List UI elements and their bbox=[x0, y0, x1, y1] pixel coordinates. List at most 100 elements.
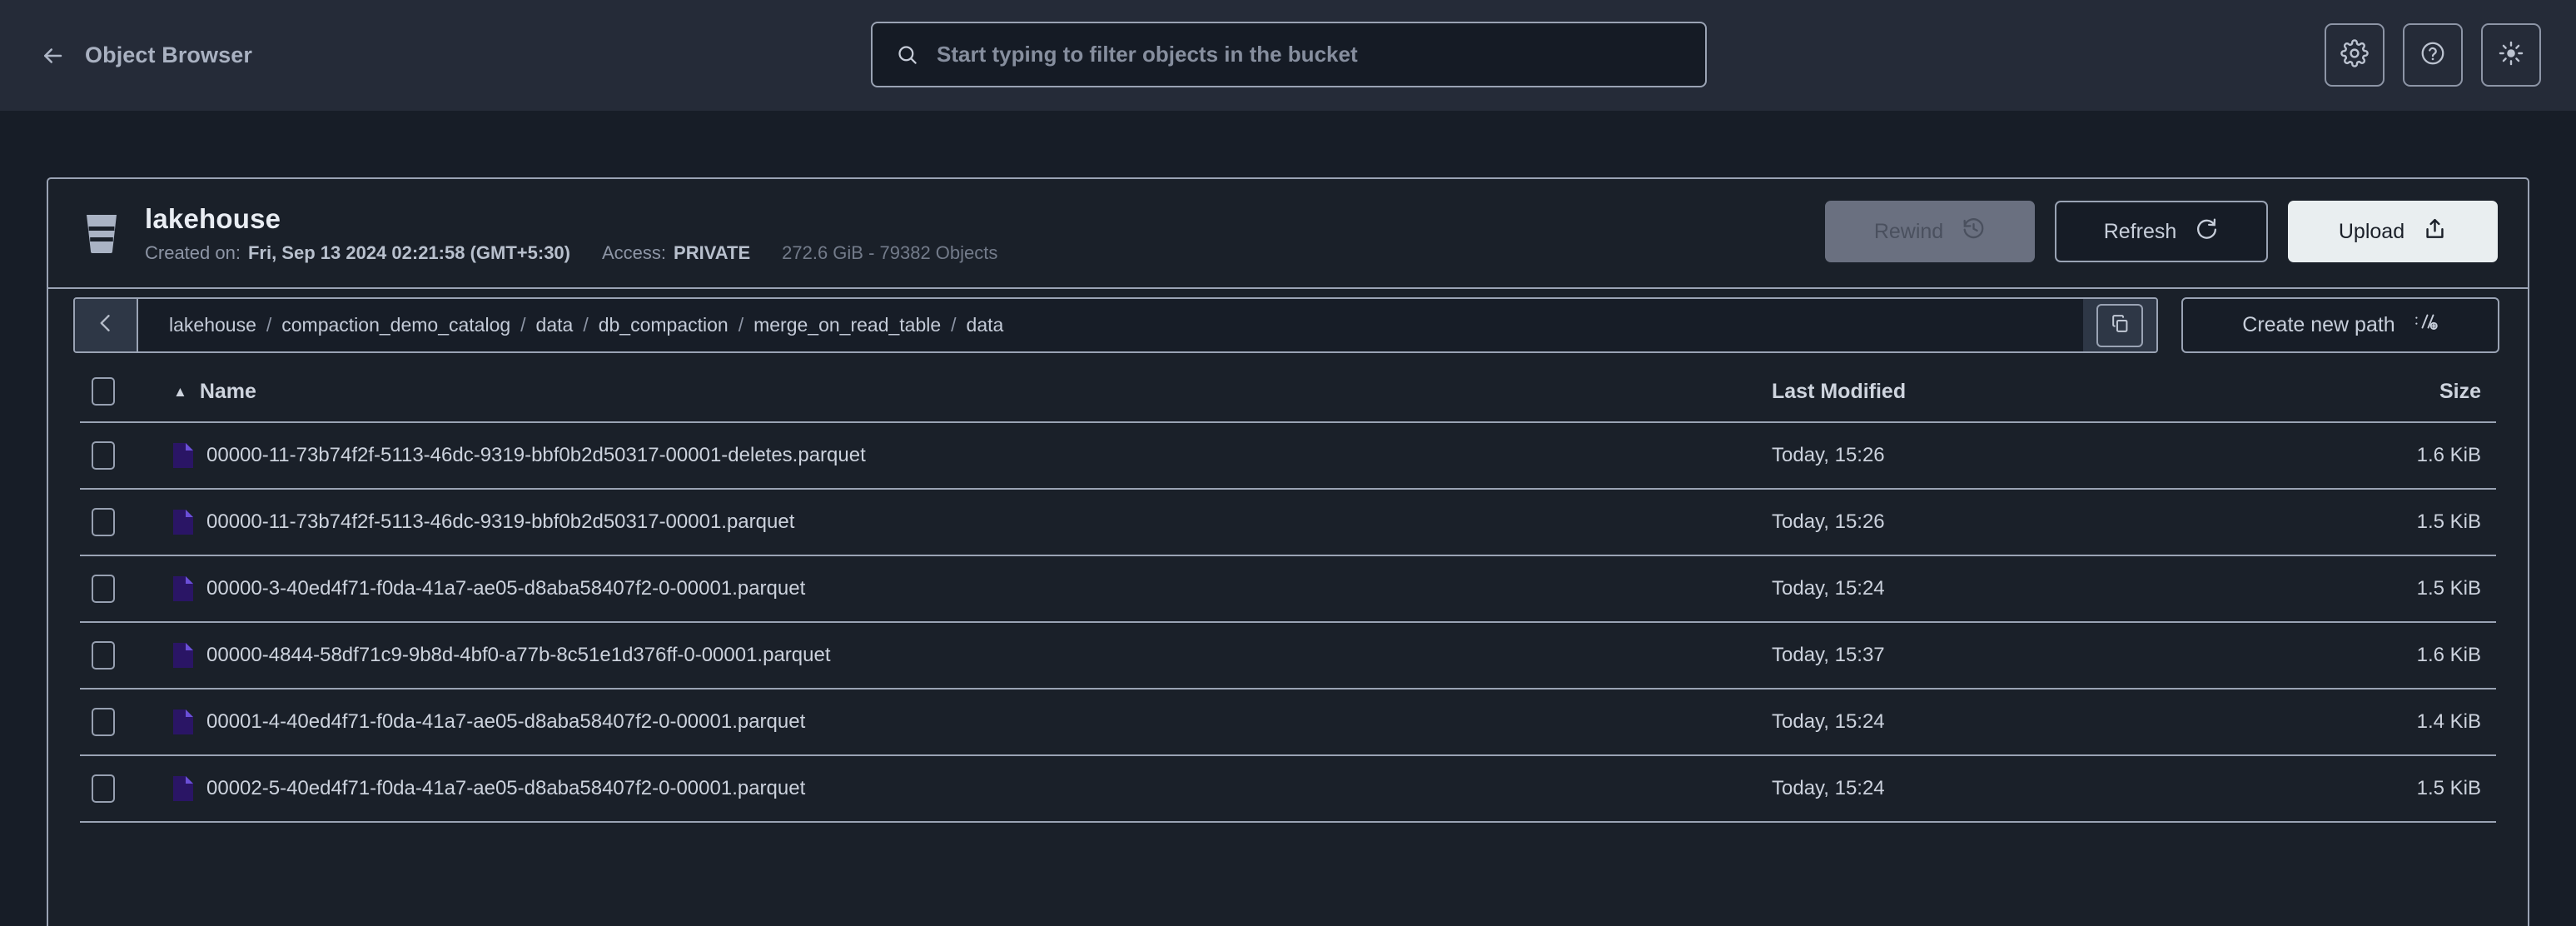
chevron-left-icon bbox=[94, 311, 117, 339]
path-plus-icon bbox=[2414, 311, 2439, 339]
table-row[interactable]: 00000-4844-58df71c9-9b8d-4bf0-a77b-8c51e… bbox=[80, 623, 2496, 690]
objects-table: ▲ Name Last Modified Size 00000-11-73b74… bbox=[48, 361, 2528, 823]
refresh-label: Refresh bbox=[2103, 219, 2177, 243]
bucket-subinfo: Created on: Fri, Sep 13 2024 02:21:58 (G… bbox=[145, 242, 997, 264]
back-to-object-browser[interactable]: Object Browser bbox=[0, 42, 252, 70]
row-size-text: 1.5 KiB bbox=[2416, 777, 2481, 799]
breadcrumb-segment[interactable]: lakehouse bbox=[169, 314, 256, 336]
table-row[interactable]: 00000-11-73b74f2f-5113-46dc-9319-bbf0b2d… bbox=[80, 490, 2496, 556]
row-select-cell bbox=[80, 708, 143, 736]
question-circle-icon bbox=[2419, 40, 2446, 71]
breadcrumb: lakehouse / compaction_demo_catalog / da… bbox=[138, 299, 2083, 351]
row-checkbox[interactable] bbox=[92, 774, 115, 803]
parquet-file-icon bbox=[173, 709, 193, 734]
row-modified-text: Today, 15:26 bbox=[1772, 510, 1885, 533]
table-header-row: ▲ Name Last Modified Size bbox=[80, 361, 2496, 423]
create-new-path-button[interactable]: Create new path bbox=[2181, 297, 2499, 353]
row-select-cell bbox=[80, 508, 143, 536]
top-bar: Object Browser bbox=[0, 0, 2576, 111]
rewind-label: Rewind bbox=[1873, 219, 1944, 243]
topbar-actions bbox=[2325, 23, 2541, 87]
search-input[interactable] bbox=[937, 23, 1705, 86]
row-size-cell: 1.5 KiB bbox=[2321, 510, 2496, 534]
parquet-file-icon bbox=[173, 643, 193, 668]
breadcrumb-bar: lakehouse / compaction_demo_catalog / da… bbox=[48, 289, 2528, 361]
bucket-meta: lakehouse Created on: Fri, Sep 13 2024 0… bbox=[145, 203, 997, 264]
refresh-button[interactable]: Refresh bbox=[2055, 201, 2268, 262]
row-size-text: 1.5 KiB bbox=[2416, 577, 2481, 600]
search-box[interactable] bbox=[871, 22, 1707, 87]
row-select-cell bbox=[80, 774, 143, 803]
row-name-text: 00001-4-40ed4f71-f0da-41a7-ae05-d8aba584… bbox=[206, 710, 806, 733]
search-container bbox=[871, 22, 1707, 87]
table-row[interactable]: 00001-4-40ed4f71-f0da-41a7-ae05-d8aba584… bbox=[80, 690, 2496, 756]
row-modified-cell: Today, 15:24 bbox=[1772, 777, 2321, 800]
row-name-cell: 00000-11-73b74f2f-5113-46dc-9319-bbf0b2d… bbox=[143, 443, 1772, 468]
row-modified-cell: Today, 15:24 bbox=[1772, 577, 2321, 600]
row-name-cell: 00000-4844-58df71c9-9b8d-4bf0-a77b-8c51e… bbox=[143, 643, 1772, 668]
row-modified-text: Today, 15:26 bbox=[1772, 444, 1885, 466]
table-row[interactable]: 00002-5-40ed4f71-f0da-41a7-ae05-d8aba584… bbox=[80, 756, 2496, 823]
column-size[interactable]: Size bbox=[2321, 380, 2496, 404]
row-checkbox[interactable] bbox=[92, 575, 115, 603]
column-last-modified[interactable]: Last Modified bbox=[1772, 380, 2321, 404]
create-new-path-label: Create new path bbox=[2242, 313, 2395, 336]
row-checkbox[interactable] bbox=[92, 708, 115, 736]
parquet-file-icon bbox=[173, 776, 193, 801]
row-size-cell: 1.6 KiB bbox=[2321, 444, 2496, 467]
object-browser-panel: lakehouse Created on: Fri, Sep 13 2024 0… bbox=[47, 177, 2529, 926]
access-value: PRIVATE bbox=[674, 241, 751, 263]
copy-path-container bbox=[2083, 299, 2156, 351]
row-size-cell: 1.6 KiB bbox=[2321, 644, 2496, 667]
breadcrumb-segment[interactable]: compaction_demo_catalog bbox=[281, 314, 510, 336]
row-size-cell: 1.5 KiB bbox=[2321, 777, 2496, 800]
row-size-text: 1.6 KiB bbox=[2416, 644, 2481, 666]
row-size-text: 1.4 KiB bbox=[2416, 710, 2481, 733]
breadcrumb-separator: / bbox=[951, 314, 957, 336]
table-row[interactable]: 00000-11-73b74f2f-5113-46dc-9319-bbf0b2d… bbox=[80, 423, 2496, 490]
breadcrumb-back-button[interactable] bbox=[75, 299, 138, 351]
breadcrumb-segment[interactable]: data bbox=[967, 314, 1004, 336]
row-name-cell: 00001-4-40ed4f71-f0da-41a7-ae05-d8aba584… bbox=[143, 709, 1772, 734]
row-checkbox[interactable] bbox=[92, 441, 115, 470]
parquet-file-icon bbox=[173, 510, 193, 535]
column-name[interactable]: ▲ Name bbox=[143, 380, 1772, 404]
bucket-name: lakehouse bbox=[145, 202, 281, 234]
theme-toggle-button[interactable] bbox=[2481, 23, 2541, 87]
row-select-cell bbox=[80, 575, 143, 603]
select-all-checkbox[interactable] bbox=[92, 377, 115, 406]
row-size-cell: 1.5 KiB bbox=[2321, 577, 2496, 600]
row-size-text: 1.6 KiB bbox=[2416, 444, 2481, 466]
row-modified-text: Today, 15:24 bbox=[1772, 777, 1885, 799]
access-label: Access: bbox=[602, 241, 667, 263]
row-name-text: 00000-4844-58df71c9-9b8d-4bf0-a77b-8c51e… bbox=[206, 644, 831, 666]
copy-icon bbox=[2110, 313, 2131, 338]
bucket-header: lakehouse Created on: Fri, Sep 13 2024 0… bbox=[48, 179, 2528, 289]
row-size-cell: 1.4 KiB bbox=[2321, 710, 2496, 734]
row-checkbox[interactable] bbox=[92, 508, 115, 536]
column-size-label: Size bbox=[2439, 379, 2481, 403]
help-button[interactable] bbox=[2403, 23, 2463, 87]
row-name-text: 00002-5-40ed4f71-f0da-41a7-ae05-d8aba584… bbox=[206, 777, 806, 799]
upload-label: Upload bbox=[2338, 219, 2405, 243]
copy-path-button[interactable] bbox=[2096, 303, 2143, 347]
breadcrumb-separator: / bbox=[583, 314, 589, 336]
bucket-icon bbox=[82, 210, 122, 256]
column-last-modified-label: Last Modified bbox=[1772, 379, 1907, 403]
upload-button[interactable]: Upload bbox=[2288, 201, 2498, 262]
refresh-icon bbox=[2195, 217, 2219, 246]
breadcrumb-segment[interactable]: data bbox=[536, 314, 574, 336]
rewind-clock-icon bbox=[1962, 217, 1986, 246]
row-modified-cell: Today, 15:26 bbox=[1772, 444, 2321, 467]
breadcrumb-segment[interactable]: merge_on_read_table bbox=[753, 314, 941, 336]
rewind-button[interactable]: Rewind bbox=[1825, 201, 2035, 262]
row-name-text: 00000-3-40ed4f71-f0da-41a7-ae05-d8aba584… bbox=[206, 577, 806, 600]
row-name-cell: 00000-11-73b74f2f-5113-46dc-9319-bbf0b2d… bbox=[143, 510, 1772, 535]
row-name-cell: 00000-3-40ed4f71-f0da-41a7-ae05-d8aba584… bbox=[143, 576, 1772, 601]
settings-button[interactable] bbox=[2325, 23, 2385, 87]
parquet-file-icon bbox=[173, 443, 193, 468]
sort-asc-icon: ▲ bbox=[173, 383, 187, 400]
table-row[interactable]: 00000-3-40ed4f71-f0da-41a7-ae05-d8aba584… bbox=[80, 556, 2496, 623]
row-checkbox[interactable] bbox=[92, 641, 115, 670]
breadcrumb-segment[interactable]: db_compaction bbox=[599, 314, 729, 336]
